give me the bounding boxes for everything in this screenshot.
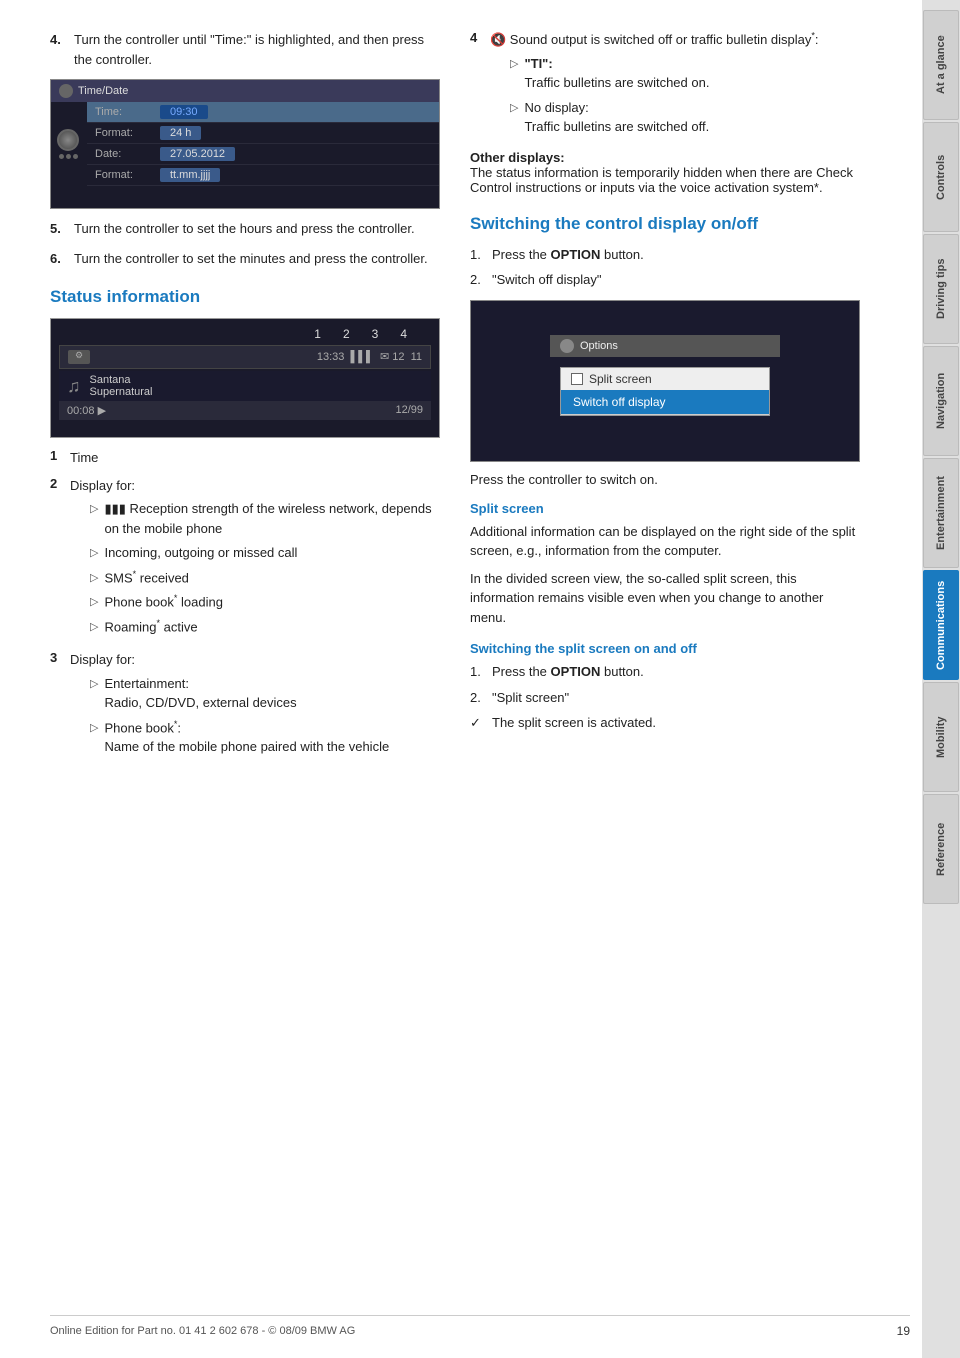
nav-dot-1 bbox=[59, 154, 64, 159]
timedate-icon bbox=[59, 84, 73, 98]
split-screen-text2: In the divided screen view, the so-calle… bbox=[470, 569, 860, 628]
bullet-item: ▷ ▮▮▮ Reception strength of the wireless… bbox=[90, 499, 440, 538]
options-menu-container: Options Split screen Switch off display bbox=[550, 335, 780, 426]
status-top-bar: ⚙ 13:33 ▌▌▌ ✉ 12 11 bbox=[59, 345, 431, 369]
options-menu: Split screen Switch off display bbox=[560, 367, 770, 416]
sidebar-tab-driving-tips[interactable]: Driving tips bbox=[923, 234, 959, 344]
step-5: 5. Turn the controller to set the hours … bbox=[50, 219, 440, 239]
timedate-row-1: Format: 24 h bbox=[87, 123, 439, 144]
sidebar: At a glance Controls Driving tips Naviga… bbox=[922, 0, 960, 1358]
status-numbers-row: 1 2 3 4 bbox=[59, 327, 431, 341]
press-controller-text: Press the controller to switch on. bbox=[470, 472, 860, 487]
footer-text: Online Edition for Part no. 01 41 2 602 … bbox=[50, 1325, 355, 1337]
options-item-switch-display: Switch off display bbox=[561, 390, 769, 415]
sidebar-tab-navigation[interactable]: Navigation bbox=[923, 346, 959, 456]
bullet-item: ▷ "TI":Traffic bulletins are switched on… bbox=[510, 54, 860, 93]
bullet-item: ▷ Entertainment:Radio, CD/DVD, external … bbox=[90, 674, 440, 713]
step-6-text: Turn the controller to set the minutes a… bbox=[74, 249, 440, 269]
other-displays: Other displays: The status information i… bbox=[470, 150, 860, 195]
bullet-item: ▷ Roaming* active bbox=[90, 617, 440, 637]
step-5-number: 5. bbox=[50, 219, 66, 239]
label-2-bullets: ▷ ▮▮▮ Reception strength of the wireless… bbox=[90, 499, 440, 637]
options-titlebar: Options bbox=[550, 335, 780, 357]
bullet-item: ▷ SMS* received bbox=[90, 568, 440, 588]
sidebar-tab-entertainment[interactable]: Entertainment bbox=[923, 458, 959, 568]
status-information-heading: Status information bbox=[50, 286, 440, 308]
sidebar-tab-reference[interactable]: Reference bbox=[923, 794, 959, 904]
timedate-screenshot: Time/Date Time: bbox=[50, 79, 440, 209]
other-displays-text: The status information is temporarily hi… bbox=[470, 165, 853, 195]
page-number: 19 bbox=[897, 1324, 910, 1338]
status-screenshot: 1 2 3 4 ⚙ 13:33 ▌▌▌ ✉ 12 11 ♫ Santana Su bbox=[50, 318, 440, 438]
bullet-item: ▷ Phone book* loading bbox=[90, 592, 440, 612]
sidebar-tab-at-a-glance[interactable]: At a glance bbox=[923, 10, 959, 120]
status-progress-bar: 00:08 ▶ 12/99 bbox=[59, 401, 431, 420]
timedate-title: Time/Date bbox=[78, 85, 128, 97]
control-step-2: 2. "Switch off display" bbox=[470, 270, 860, 290]
switching-split-heading: Switching the split screen on and off bbox=[470, 641, 860, 656]
control-display-heading: Switching the control display on/off bbox=[470, 213, 860, 235]
sidebar-tab-communications[interactable]: Communications bbox=[923, 570, 959, 680]
split-step-3: ✓ The split screen is activated. bbox=[470, 713, 860, 733]
timedate-row-2: Date: 27.05.2012 bbox=[87, 144, 439, 165]
other-displays-heading: Other displays: bbox=[470, 150, 565, 165]
nav-dot-3 bbox=[73, 154, 78, 159]
step-4-text: Turn the controller until "Time:" is hig… bbox=[74, 30, 440, 69]
bullet-item: ▷ Incoming, outgoing or missed call bbox=[90, 543, 440, 563]
options-title: Options bbox=[580, 340, 618, 352]
split-step-2: 2. "Split screen" bbox=[470, 688, 860, 708]
bullet-item: ▷ No display:Traffic bulletins are switc… bbox=[510, 98, 860, 137]
label-2: 2 Display for: ▷ ▮▮▮ Reception strength … bbox=[50, 476, 440, 642]
options-screen-bg: Options Split screen Switch off display bbox=[471, 301, 859, 461]
options-item-split-screen: Split screen bbox=[561, 368, 769, 390]
item-4-bullets: ▷ "TI":Traffic bulletins are switched on… bbox=[510, 54, 860, 137]
timedate-row-0: Time: 09:30 bbox=[87, 102, 439, 123]
sidebar-tab-controls[interactable]: Controls bbox=[923, 122, 959, 232]
right-column: 4 🔇 Sound output is switched off or traf… bbox=[470, 30, 860, 770]
step-5-text: Turn the controller to set the hours and… bbox=[74, 219, 440, 239]
status-track-row-1: ♫ Santana Supernatural bbox=[59, 371, 431, 401]
split-screen-checkbox bbox=[571, 373, 583, 385]
split-screen-steps: 1. Press the OPTION button. 2. "Split sc… bbox=[470, 662, 860, 733]
item-4: 4 🔇 Sound output is switched off or traf… bbox=[470, 30, 860, 142]
label-1: 1 Time bbox=[50, 448, 440, 468]
control-step-1: 1. Press the OPTION button. bbox=[470, 245, 860, 265]
step-6: 6. Turn the controller to set the minute… bbox=[50, 249, 440, 269]
timedate-row-3: Format: tt.mm.jjjj bbox=[87, 165, 439, 186]
options-icon bbox=[560, 339, 574, 353]
step-6-number: 6. bbox=[50, 249, 66, 269]
sidebar-tab-mobility[interactable]: Mobility bbox=[923, 682, 959, 792]
timedate-titlebar: Time/Date bbox=[51, 80, 439, 102]
split-screen-text1: Additional information can be displayed … bbox=[470, 522, 860, 561]
controller-dial bbox=[57, 129, 79, 151]
split-screen-heading: Split screen bbox=[470, 501, 860, 516]
bullet-item: ▷ Phone book*:Name of the mobile phone p… bbox=[90, 718, 440, 757]
label-3-bullets: ▷ Entertainment:Radio, CD/DVD, external … bbox=[90, 674, 440, 757]
step-4: 4. Turn the controller until "Time:" is … bbox=[50, 30, 440, 69]
page-footer: Online Edition for Part no. 01 41 2 602 … bbox=[50, 1315, 910, 1338]
label-3: 3 Display for: ▷ Entertainment:Radio, CD… bbox=[50, 650, 440, 762]
nav-dot-2 bbox=[66, 154, 71, 159]
options-screenshot: Options Split screen Switch off display bbox=[470, 300, 860, 462]
control-display-steps: 1. Press the OPTION button. 2. "Switch o… bbox=[470, 245, 860, 290]
left-column: 4. Turn the controller until "Time:" is … bbox=[50, 30, 440, 770]
step-4-number: 4. bbox=[50, 30, 66, 69]
split-step-1: 1. Press the OPTION button. bbox=[470, 662, 860, 682]
